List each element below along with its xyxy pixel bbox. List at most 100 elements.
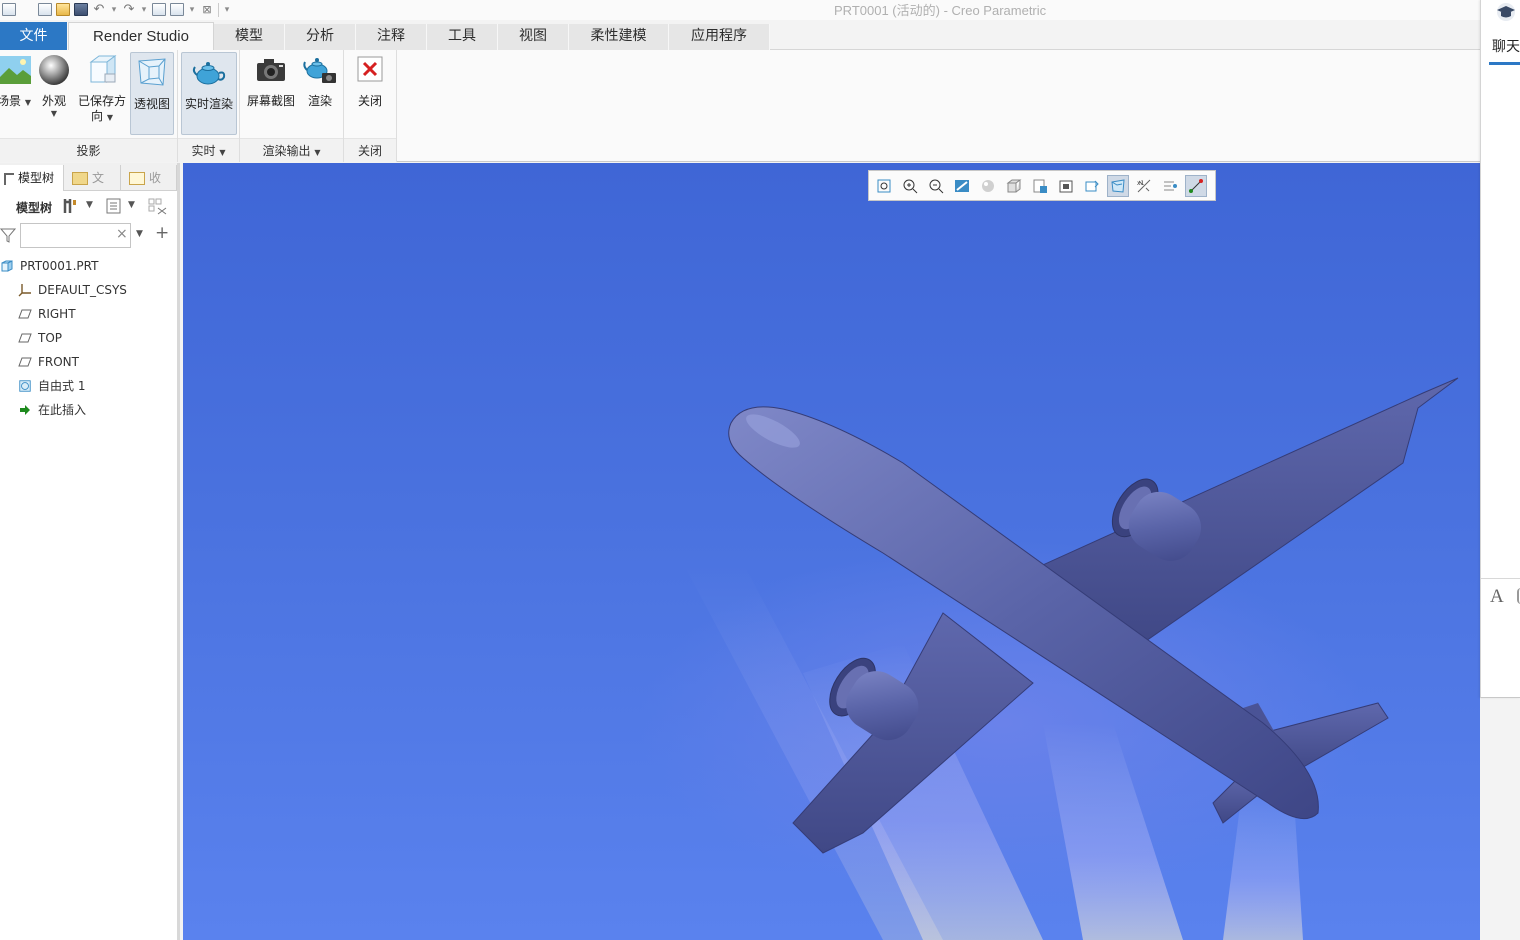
realtime-render-button[interactable]: 实时渲染 — [181, 52, 237, 135]
tree-item-label: RIGHT — [38, 307, 76, 321]
close-label: 关闭 — [357, 94, 382, 108]
model-tree-search-input[interactable] — [20, 223, 131, 248]
left-panel: 模型树 文 收 模型树 ▼ ▼ × ▼ + PRT0001.PRT DEFAUL… — [0, 163, 180, 940]
group-render-output: 屏幕截图 渲染 渲染输出 ▼ — [240, 50, 344, 162]
screenshot-button[interactable]: 屏幕截图 — [244, 52, 298, 109]
freestyle-icon — [18, 379, 32, 393]
add-filter-icon[interactable]: + — [155, 223, 169, 243]
realtime-dropdown-icon: ▼ — [219, 148, 226, 157]
tree-item-top[interactable]: TOP — [18, 327, 62, 349]
scene-dropdown-icon[interactable]: ▼ — [25, 98, 31, 107]
tab-tools[interactable]: 工具 — [427, 24, 498, 50]
tab-model-tree-label: 模型树 — [18, 171, 55, 185]
repaint-icon[interactable] — [951, 175, 973, 197]
tab-model-tree[interactable]: 模型树 — [0, 165, 64, 191]
group-render-output-label-text: 渲染输出 — [262, 144, 311, 158]
panel-tabs: 模型树 文 收 — [0, 163, 177, 191]
tree-item-front[interactable]: FRONT — [18, 351, 79, 373]
render-output-dropdown-icon: ▼ — [314, 148, 321, 157]
clear-search-icon[interactable]: × — [116, 226, 128, 242]
font-format-icon[interactable]: A — [1490, 586, 1504, 608]
tree-item-freestyle[interactable]: 自由式 1 — [18, 375, 85, 397]
tab-favorites[interactable]: 收 — [121, 165, 177, 191]
close-button[interactable]: 关闭 — [352, 52, 388, 109]
saved-orientations-dropdown-icon[interactable]: ▼ — [107, 113, 113, 122]
tab-annotate[interactable]: 注释 — [356, 24, 427, 50]
view-manager-icon[interactable] — [1029, 175, 1051, 197]
tab-favorites-label: 收 — [149, 171, 162, 185]
perspective-toggle-icon[interactable] — [1107, 174, 1129, 197]
tree-item-label: DEFAULT_CSYS — [38, 283, 127, 297]
app-icon[interactable] — [2, 3, 16, 16]
model-tree-title: 模型树 — [16, 201, 53, 215]
show-columns-icon[interactable] — [106, 197, 122, 218]
render-button[interactable]: 渲染 — [300, 52, 340, 109]
open-folder-icon[interactable] — [56, 3, 70, 16]
display-style-icon[interactable] — [977, 175, 999, 197]
perspective-icon — [138, 58, 166, 86]
tree-item-part[interactable]: PRT0001.PRT — [0, 255, 98, 277]
undo-icon[interactable]: ↶ — [92, 2, 106, 17]
show-dropdown-icon[interactable]: ▼ — [128, 200, 135, 210]
tree-filter-grid-icon[interactable] — [148, 197, 168, 218]
tab-folder-browser-label: 文 — [92, 171, 105, 185]
undo-dropdown-icon[interactable]: ▾ — [110, 5, 118, 15]
tab-folder-browser[interactable]: 文 — [64, 165, 121, 191]
save-icon[interactable] — [74, 3, 88, 16]
customize-quick-access-icon[interactable]: ▾ — [223, 5, 231, 15]
tree-item-right[interactable]: RIGHT — [18, 303, 76, 325]
saved-orientations-button[interactable]: 已保存方 向 ▼ — [76, 52, 128, 125]
perspective-button[interactable]: 透视图 — [130, 52, 174, 135]
spin-center-icon[interactable] — [1159, 175, 1181, 197]
close-window-icon[interactable]: ⊠ — [200, 3, 214, 17]
insert-arrow-icon — [18, 403, 32, 417]
windows-icon[interactable] — [170, 3, 184, 16]
search-dropdown-icon[interactable]: ▼ — [136, 229, 143, 239]
appearance-button[interactable]: 外观 ▼ — [37, 52, 71, 118]
tab-view[interactable]: 视图 — [498, 24, 569, 50]
tree-item-default-csys[interactable]: DEFAULT_CSYS — [18, 279, 127, 301]
tab-analysis[interactable]: 分析 — [285, 24, 356, 50]
tab-flexible-modeling[interactable]: 柔性建模 — [569, 24, 669, 50]
right-chat-panel: 聊天 A — [1480, 0, 1520, 698]
csys-icon — [18, 283, 32, 297]
chat-tab-label[interactable]: 聊天 — [1492, 36, 1520, 56]
zoom-in-icon[interactable] — [899, 175, 921, 197]
tab-model[interactable]: 模型 — [214, 24, 285, 50]
perspective-view-icon[interactable] — [1055, 175, 1077, 197]
scene-button[interactable]: 场景 ▼ — [0, 52, 34, 111]
datum-plane-icon — [18, 331, 32, 345]
refit-icon[interactable] — [873, 175, 895, 197]
new-file-icon[interactable] — [38, 3, 52, 16]
appearance-dropdown-icon[interactable]: ▼ — [37, 109, 71, 118]
appearance-label: 外观 — [41, 94, 66, 108]
tab-render-studio[interactable]: Render Studio — [68, 22, 214, 51]
zoom-out-icon[interactable] — [925, 175, 947, 197]
teapot-icon — [192, 62, 226, 85]
render-label: 渲染 — [307, 94, 332, 108]
group-realtime-label[interactable]: 实时 ▼ — [178, 138, 239, 162]
tree-settings-icon[interactable] — [62, 197, 78, 218]
tree-item-insert-here[interactable]: 在此插入 — [18, 399, 86, 421]
redo-icon[interactable]: ↷ — [122, 2, 136, 17]
group-realtime-label-text: 实时 — [191, 144, 216, 158]
graduation-cap-icon[interactable] — [1495, 2, 1517, 25]
group-close: 关闭 关闭 — [344, 50, 397, 162]
tab-file[interactable]: 文件 — [0, 22, 68, 50]
graphics-viewport[interactable]: x1 — [183, 163, 1480, 940]
saved-orientations-label: 已保存方 — [77, 94, 126, 108]
appearance-sphere-icon — [39, 55, 69, 85]
tab-applications[interactable]: 应用程序 — [669, 24, 770, 50]
annotation-display-icon[interactable] — [1081, 175, 1103, 197]
tree-settings-dropdown-icon[interactable]: ▼ — [86, 200, 93, 210]
datum-display-filter-icon[interactable]: x1 — [1133, 175, 1155, 197]
hidden-line-icon[interactable] — [1185, 174, 1207, 197]
filter-funnel-icon[interactable] — [0, 227, 17, 246]
scene-label: 场景 — [0, 94, 22, 108]
group-render-output-label[interactable]: 渲染输出 ▼ — [240, 138, 343, 162]
regenerate-icon[interactable] — [152, 3, 166, 16]
redo-dropdown-icon[interactable]: ▾ — [140, 5, 148, 15]
close-icon — [357, 56, 383, 82]
saved-orientations-icon[interactable] — [1003, 175, 1025, 197]
windows-dropdown-icon[interactable]: ▾ — [188, 5, 196, 15]
